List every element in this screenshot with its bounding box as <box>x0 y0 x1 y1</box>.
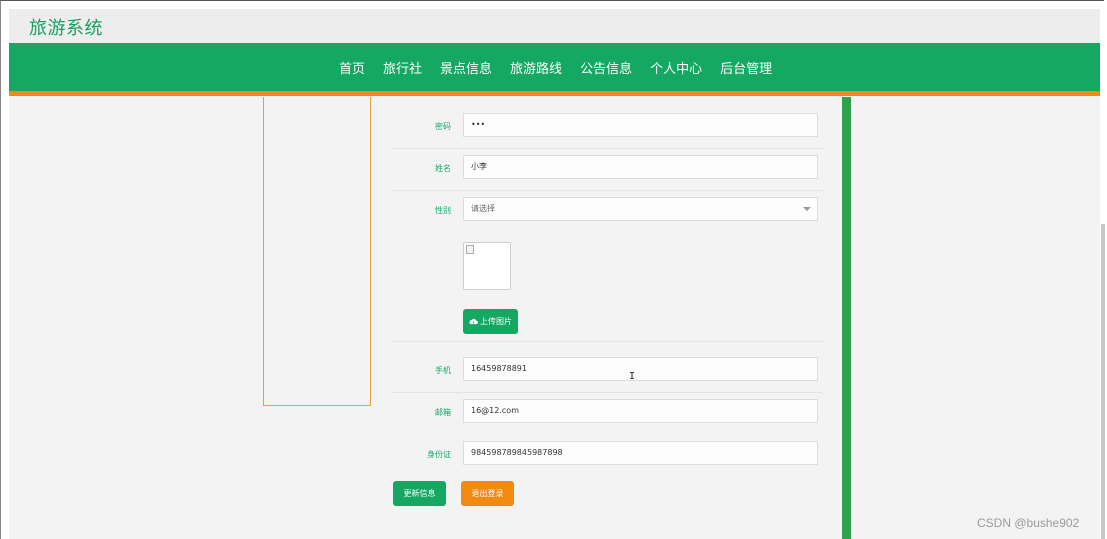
nav-item-routes[interactable]: 旅游路线 <box>510 58 562 77</box>
top-bar: 旅游系统 <box>9 9 1100 43</box>
form-row-gender: 性别 请选择 <box>391 190 823 232</box>
avatar-image <box>463 242 511 290</box>
form-row-id-card: 身份证 984598789845987898 <box>391 434 823 476</box>
phone-field[interactable]: 16459878891 <box>463 357 818 381</box>
text-cursor-icon: I <box>629 371 636 382</box>
gender-select[interactable]: 请选择 <box>463 197 818 221</box>
upload-image-label: 上传图片 <box>480 317 512 326</box>
email-field[interactable]: 16@12.com <box>463 399 818 423</box>
nav-item-attractions[interactable]: 景点信息 <box>440 58 492 77</box>
broken-image-icon <box>466 245 474 254</box>
chevron-down-icon <box>803 207 811 211</box>
nav-item-announcements[interactable]: 公告信息 <box>580 58 632 77</box>
nav-bar: 首页 旅行社 景点信息 旅游路线 公告信息 个人中心 后台管理 <box>9 43 1100 96</box>
gender-label: 性别 <box>435 206 451 215</box>
name-field[interactable]: 小李 <box>463 155 818 179</box>
update-info-button[interactable]: 更新信息 <box>393 481 446 506</box>
page: 旅游系统 首页 旅行社 景点信息 旅游路线 公告信息 个人中心 后台管理 密码 … <box>9 9 1100 539</box>
upload-image-button[interactable]: 上传图片 <box>463 309 518 334</box>
content-divider <box>842 97 851 539</box>
id-card-field[interactable]: 984598789845987898 <box>463 441 818 465</box>
site-title: 旅游系统 <box>29 18 103 39</box>
form-row-avatar <box>391 308 823 342</box>
form-row-email: 邮箱 16@12.com <box>391 392 823 434</box>
password-label: 密码 <box>435 122 451 131</box>
form-row-password: 密码 ••• <box>391 106 823 149</box>
cloud-upload-icon <box>469 318 478 325</box>
nav-item-admin[interactable]: 后台管理 <box>720 58 772 77</box>
email-label: 邮箱 <box>435 408 451 417</box>
gender-select-value: 请选择 <box>471 204 495 213</box>
logout-button[interactable]: 退出登录 <box>461 481 514 506</box>
nav-item-home[interactable]: 首页 <box>339 58 365 77</box>
nav-menu: 首页 旅行社 景点信息 旅游路线 公告信息 个人中心 后台管理 <box>339 43 772 91</box>
watermark: CSDN @bushe902 <box>977 516 1080 530</box>
id-card-label: 身份证 <box>427 450 451 459</box>
phone-label: 手机 <box>435 366 451 375</box>
nav-item-personal-center[interactable]: 个人中心 <box>650 58 702 77</box>
nav-item-travel-agency[interactable]: 旅行社 <box>383 58 422 77</box>
form-row-name: 姓名 小李 <box>391 148 823 191</box>
password-field[interactable]: ••• <box>463 113 818 137</box>
name-label: 姓名 <box>435 164 451 173</box>
sidebar-menu-box <box>263 97 371 406</box>
form-row-phone: 手机 16459878891 <box>391 350 823 393</box>
scrollbar-thumb[interactable] <box>1101 224 1105 539</box>
